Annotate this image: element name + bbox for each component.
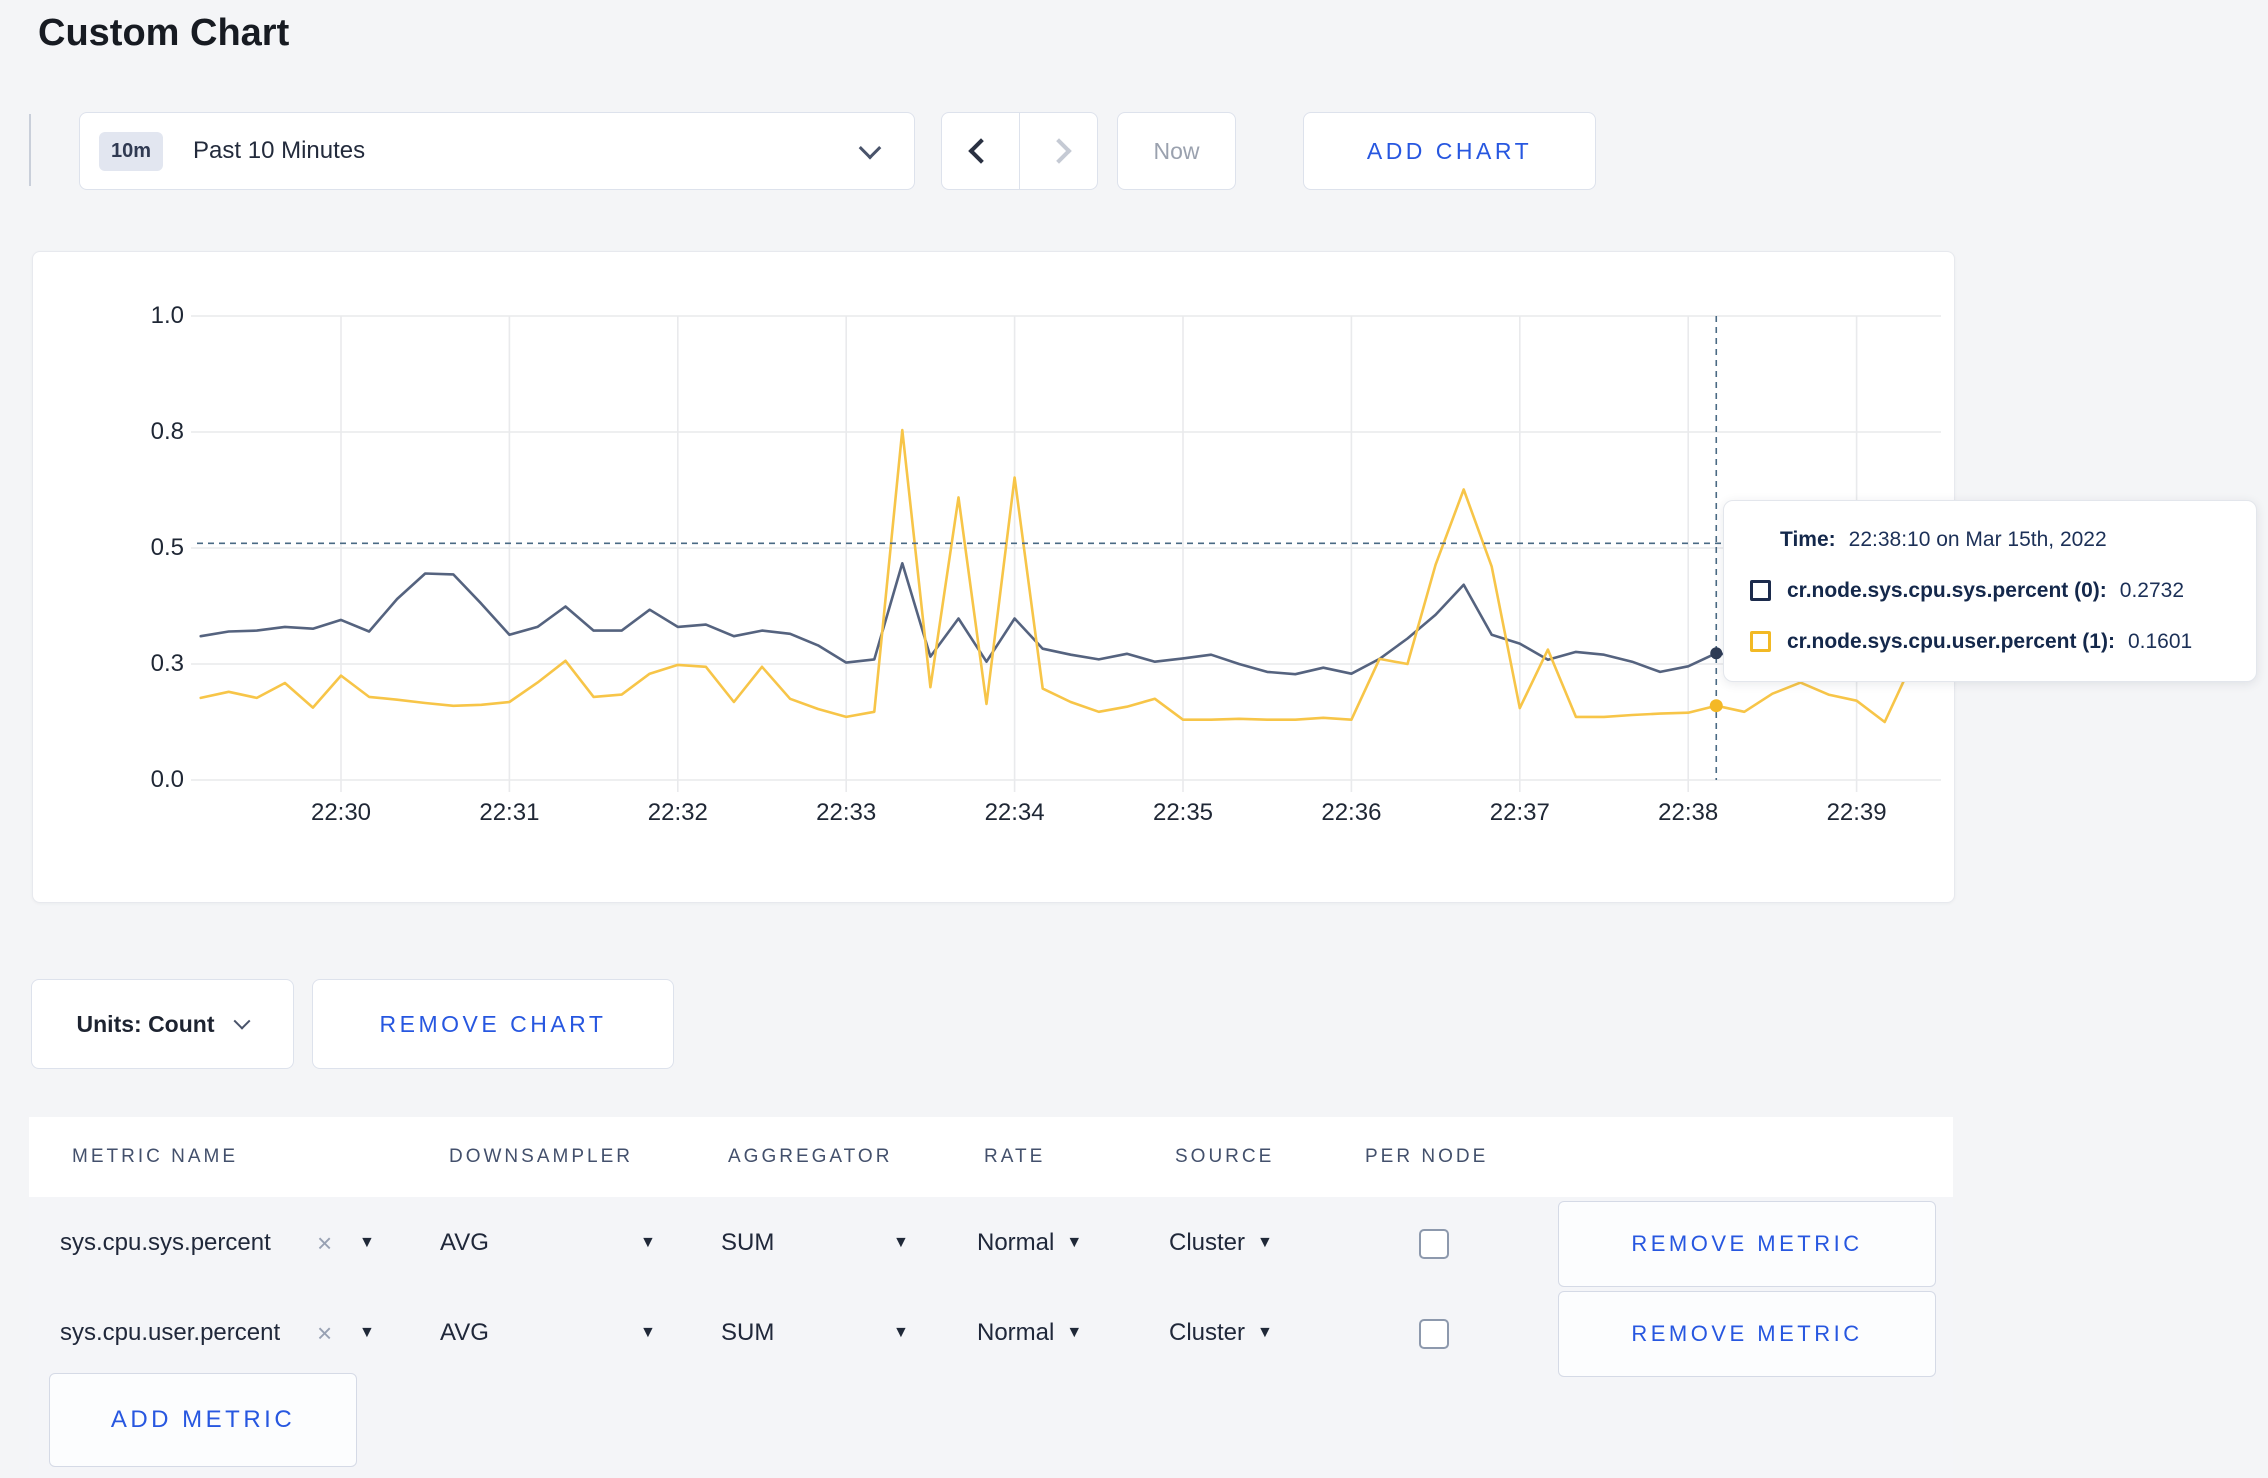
tooltip-series-row: cr.node.sys.cpu.user.percent (1): 0.1601 <box>1724 630 2256 654</box>
tooltip-series-0-value: 0.2732 <box>2119 578 2185 602</box>
add-chart-button[interactable]: ADD CHART <box>1303 112 1596 190</box>
metric-caret-icon[interactable]: ▼ <box>359 1291 375 1375</box>
chevron-down-icon <box>858 136 882 160</box>
cursor-dot-series-0 <box>1710 647 1723 660</box>
rate-select[interactable]: Normal ▼ <box>977 1201 1082 1285</box>
column-header: RATE <box>984 1146 1046 1167</box>
remove-chart-button[interactable]: REMOVE CHART <box>312 979 674 1069</box>
custom-chart-page: Custom Chart 10m Past 10 Minutes Now ADD… <box>0 0 2268 1478</box>
units-label: Units: Count <box>76 1010 215 1037</box>
now-button[interactable]: Now <box>1117 112 1236 190</box>
x-tick-label: 22:39 <box>1826 799 1887 826</box>
source-select[interactable]: Cluster ▼ <box>1169 1291 1273 1375</box>
rate-value: Normal <box>977 1319 1055 1346</box>
aggregator-value[interactable]: SUM <box>721 1201 774 1285</box>
tooltip-series-1-label: cr.node.sys.cpu.user.percent (1): <box>1787 629 2115 653</box>
column-header: AGGREGATOR <box>728 1146 893 1167</box>
column-header: PER NODE <box>1365 1146 1489 1167</box>
x-tick-label: 22:31 <box>479 799 540 826</box>
time-nav-group <box>941 112 1098 190</box>
column-header: METRIC NAME <box>72 1146 238 1167</box>
aggregator-caret-icon[interactable]: ▼ <box>893 1201 909 1285</box>
x-tick-label: 22:34 <box>984 799 1045 826</box>
tooltip-series-row: cr.node.sys.cpu.sys.percent (0): 0.2732 <box>1724 579 2256 603</box>
x-tick-label: 22:36 <box>1321 799 1382 826</box>
toolbar-separator <box>29 114 31 186</box>
y-tick-label: 0.3 <box>150 650 184 677</box>
per-node-checkbox[interactable] <box>1419 1319 1449 1349</box>
tooltip-time-label: Time: <box>1780 528 1836 552</box>
page-title: Custom Chart <box>38 12 290 54</box>
metric-name-value[interactable]: sys.cpu.user.percent <box>60 1291 280 1375</box>
metric-table-row: sys.cpu.sys.percent × ▼ AVG ▼ SUM ▼ Norm… <box>29 1201 1953 1287</box>
chart-card: 0.0 0.3 0.5 0.8 1.0 22:30 22:31 22:32 22:33 22:3… <box>32 251 1955 903</box>
series-0-swatch-icon <box>1750 580 1771 602</box>
y-tick-label: 0.5 <box>150 534 184 561</box>
x-tick-label: 22:37 <box>1489 799 1550 826</box>
x-tick-label: 22:35 <box>1152 799 1214 826</box>
downsampler-caret-icon[interactable]: ▼ <box>640 1201 656 1285</box>
cursor-dot-series-1 <box>1709 699 1723 713</box>
source-caret-icon: ▼ <box>1257 1234 1273 1251</box>
tooltip-series-1-value: 0.1601 <box>2127 629 2193 653</box>
series-line-1 <box>199 428 1914 724</box>
column-header: SOURCE <box>1175 1146 1275 1167</box>
metric-name-value[interactable]: sys.cpu.sys.percent <box>60 1201 271 1285</box>
chart-tooltip: Time: 22:38:10 on Mar 15th, 2022 cr.node… <box>1723 500 2257 682</box>
time-range-dropdown[interactable]: 10m Past 10 Minutes <box>79 112 915 190</box>
series-1-swatch-icon <box>1750 631 1771 653</box>
aggregator-caret-icon[interactable]: ▼ <box>893 1291 909 1375</box>
rate-caret-icon: ▼ <box>1066 1234 1083 1251</box>
source-value: Cluster <box>1169 1319 1246 1346</box>
chevron-down-icon <box>233 1012 251 1030</box>
chevron-right-icon <box>1045 138 1072 164</box>
time-forward-button[interactable] <box>1020 113 1097 189</box>
x-tick-label: 22:33 <box>816 799 877 826</box>
downsampler-caret-icon[interactable]: ▼ <box>640 1291 656 1375</box>
x-tick-label: 22:32 <box>647 799 708 826</box>
aggregator-value[interactable]: SUM <box>721 1291 774 1375</box>
metrics-table-header: METRIC NAME DOWNSAMPLER AGGREGATOR RATE SOUR… <box>29 1117 1953 1197</box>
downsampler-value[interactable]: AVG <box>440 1201 489 1285</box>
time-back-button[interactable] <box>942 113 1019 189</box>
y-tick-label: 0.0 <box>150 766 184 793</box>
column-header: DOWNSAMPLER <box>449 1146 633 1167</box>
add-metric-button[interactable]: ADD METRIC <box>49 1373 357 1467</box>
clear-metric-icon[interactable]: × <box>317 1201 332 1285</box>
tooltip-time-value: 22:38:10 on Mar 15th, 2022 <box>1848 528 2107 552</box>
source-select[interactable]: Cluster ▼ <box>1169 1201 1273 1285</box>
series-line-0 <box>199 561 1914 676</box>
remove-metric-button[interactable]: REMOVE METRIC <box>1558 1291 1936 1377</box>
source-caret-icon: ▼ <box>1257 1324 1273 1341</box>
per-node-checkbox[interactable] <box>1419 1229 1449 1259</box>
clear-metric-icon[interactable]: × <box>317 1291 332 1375</box>
metric-caret-icon[interactable]: ▼ <box>359 1201 375 1285</box>
downsampler-value[interactable]: AVG <box>440 1291 489 1375</box>
time-window-label: Past 10 Minutes <box>193 137 366 164</box>
remove-metric-button[interactable]: REMOVE METRIC <box>1558 1201 1936 1287</box>
metric-table-row: sys.cpu.user.percent × ▼ AVG ▼ SUM ▼ Nor… <box>29 1291 1953 1377</box>
rate-select[interactable]: Normal ▼ <box>977 1291 1082 1375</box>
x-tick-label: 22:38 <box>1658 799 1719 826</box>
y-tick-label: 0.8 <box>150 418 184 445</box>
y-tick-label: 1.0 <box>150 302 184 329</box>
metrics-table-body: ADD METRIC sys.cpu.sys.percent × ▼ AVG ▼… <box>29 1197 1953 1478</box>
chevron-left-icon <box>967 138 994 164</box>
time-window-badge: 10m <box>99 131 164 171</box>
x-tick-label: 22:30 <box>310 799 372 826</box>
tooltip-series-0-label: cr.node.sys.cpu.sys.percent (0): <box>1787 578 2107 602</box>
source-value: Cluster <box>1169 1229 1246 1256</box>
tooltip-time-row: Time: 22:38:10 on Mar 15th, 2022 <box>1724 528 2256 552</box>
rate-value: Normal <box>977 1229 1055 1256</box>
rate-caret-icon: ▼ <box>1066 1324 1083 1341</box>
units-dropdown[interactable]: Units: Count <box>31 979 294 1069</box>
